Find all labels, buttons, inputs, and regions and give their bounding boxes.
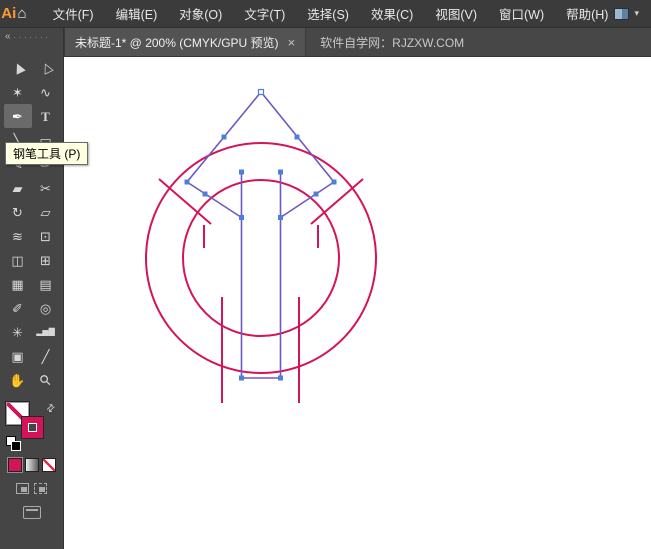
crimson-circles-group[interactable] xyxy=(145,142,377,374)
drawing-mode-buttons xyxy=(16,483,47,494)
menu-bar: Ai ⌂ 文件(F) 编辑(E) 对象(O) 文字(T) 选择(S) 效果(C)… xyxy=(0,0,651,28)
canvas[interactable] xyxy=(65,57,651,549)
rotate-tool[interactable]: ↻ xyxy=(4,200,32,224)
eraser-tool-icon: ▰ xyxy=(12,180,23,196)
selection-tool-icon: ▶ xyxy=(8,60,27,76)
type-tool-icon: T xyxy=(41,108,50,124)
lasso-tool-icon: ∿ xyxy=(40,84,51,100)
lasso-tool[interactable]: ∿ xyxy=(32,80,60,104)
panel-grip[interactable]: ······· xyxy=(13,33,50,43)
stroke-swatch-hole xyxy=(27,423,37,432)
direct-selection-tool-icon: ▷ xyxy=(36,60,55,76)
menu-window[interactable]: 窗口(W) xyxy=(493,0,550,27)
default-fill-stroke-icon[interactable] xyxy=(5,436,22,451)
width-tool[interactable]: ≋ xyxy=(4,224,32,248)
eyedropper-tool-icon: ✐ xyxy=(12,300,23,316)
menu-items: 文件(F) 编辑(E) 对象(O) 文字(T) 选择(S) 效果(C) 视图(V… xyxy=(47,0,615,27)
artboard-tool-icon: ▣ xyxy=(11,348,24,364)
fill-stroke-control: ⇄ xyxy=(4,402,60,451)
scissors-tool[interactable]: ✂ xyxy=(32,176,60,200)
pen-tool[interactable]: ✒ xyxy=(3,104,32,128)
magic-wand-tool[interactable]: ✶ xyxy=(4,80,32,104)
draw-behind-glyph xyxy=(39,487,45,492)
type-tool[interactable]: T xyxy=(32,104,60,128)
scale-tool-icon: ▱ xyxy=(40,204,51,220)
tabbar-right-text: 软件自学网：RJZXW.COM xyxy=(320,35,465,50)
magic-wand-tool-icon: ✶ xyxy=(12,84,23,100)
shape-builder-tool-icon: ◫ xyxy=(11,252,24,268)
selection-tool[interactable]: ▶ xyxy=(4,56,32,80)
shape-builder-tool[interactable]: ◫ xyxy=(4,248,32,272)
tools-panel: « ······· ▶ ▷ ✶ ∿ ✒ T ╲ ▭ ✎ ✏ ▰ ✂ ↻ ▱ ≋ … xyxy=(0,28,64,549)
gradient-button[interactable] xyxy=(24,458,39,472)
column-graph-tool-icon: ▂▅▇ xyxy=(36,327,55,336)
zoom-tool-icon: ⚲ xyxy=(36,370,55,390)
gradient-tool-icon: ▤ xyxy=(39,276,52,292)
menu-help[interactable]: 帮助(H) xyxy=(560,0,614,27)
slice-tool-icon: ╱ xyxy=(41,348,50,364)
default-stroke-mini xyxy=(10,441,21,451)
hand-tool-icon: ✋ xyxy=(9,372,26,388)
free-transform-tool[interactable]: ⊡ xyxy=(32,224,60,248)
tools-grid: ▶ ▷ ✶ ∿ ✒ T ╲ ▭ ✎ ✏ ▰ ✂ ↻ ▱ ≋ ⊡ ◫ ⊞ ▦ ▤ … xyxy=(3,56,60,392)
gradient-tool[interactable]: ▤ xyxy=(32,272,60,296)
stroke-swatch[interactable] xyxy=(20,416,44,439)
none-button[interactable] xyxy=(41,458,56,472)
pen-tool-icon: ✒ xyxy=(12,108,23,124)
swap-fill-stroke-icon[interactable]: ⇄ xyxy=(44,402,58,416)
workspace-icon xyxy=(614,7,630,20)
scissors-tool-icon: ✂ xyxy=(40,180,51,196)
perspective-grid-tool[interactable]: ⊞ xyxy=(32,248,60,272)
slice-tool[interactable]: ╱ xyxy=(32,344,60,368)
menu-select[interactable]: 选择(S) xyxy=(301,0,355,27)
eraser-tool[interactable]: ▰ xyxy=(4,176,32,200)
workspace-switcher[interactable]: ▾ xyxy=(614,7,639,20)
direct-selection-tool[interactable]: ▷ xyxy=(32,56,60,80)
draw-behind-button[interactable] xyxy=(34,483,47,494)
chevron-down-icon: ▾ xyxy=(634,8,639,18)
rotate-tool-icon: ↻ xyxy=(12,204,23,220)
home-icon[interactable]: ⌂ xyxy=(18,5,27,22)
pen-tool-tooltip: 钢笔工具 (P) xyxy=(5,142,89,165)
symbol-sprayer-tool-icon: ✳ xyxy=(12,324,23,340)
perspective-grid-tool-icon: ⊞ xyxy=(40,252,51,268)
document-tab-bar: 未标题-1* @ 200% (CMYK/GPU 预览) × 软件自学网：RJZX… xyxy=(64,28,651,57)
free-transform-tool-icon: ⊡ xyxy=(40,228,51,244)
mesh-tool-icon: ▦ xyxy=(11,276,24,292)
document-tab-title: 未标题-1* @ 200% (CMYK/GPU 预览) xyxy=(75,35,279,50)
collapse-panel-icon[interactable]: « xyxy=(5,31,11,42)
blend-tool-icon: ◎ xyxy=(39,300,52,316)
width-tool-icon: ≋ xyxy=(12,228,23,244)
zoom-tool[interactable]: ⚲ xyxy=(32,368,60,392)
color-mode-buttons xyxy=(6,457,56,473)
menu-file[interactable]: 文件(F) xyxy=(47,0,100,27)
column-graph-tool[interactable]: ▂▅▇ xyxy=(32,320,60,344)
mesh-tool[interactable]: ▦ xyxy=(4,272,32,296)
eyedropper-tool[interactable]: ✐ xyxy=(4,296,32,320)
blend-tool[interactable]: ◎ xyxy=(32,296,60,320)
menu-object[interactable]: 对象(O) xyxy=(173,0,228,27)
symbol-sprayer-tool[interactable]: ✳ xyxy=(4,320,32,344)
draw-normal-glyph xyxy=(21,487,27,492)
menu-edit[interactable]: 编辑(E) xyxy=(110,0,164,27)
draw-normal-button[interactable] xyxy=(16,483,29,494)
hand-tool[interactable]: ✋ xyxy=(4,368,32,392)
screen-mode-button[interactable] xyxy=(22,506,41,519)
menu-type[interactable]: 文字(T) xyxy=(238,0,291,27)
artboard-tool[interactable]: ▣ xyxy=(4,344,32,368)
tab-close-icon[interactable]: × xyxy=(288,36,296,49)
color-button[interactable] xyxy=(6,457,23,473)
scale-tool[interactable]: ▱ xyxy=(32,200,60,224)
menu-view[interactable]: 视图(V) xyxy=(429,0,483,27)
artwork-svg xyxy=(145,88,377,403)
screen-mode-glyph xyxy=(25,509,38,511)
app-logo-ai[interactable]: Ai xyxy=(0,5,18,22)
document-tab[interactable]: 未标题-1* @ 200% (CMYK/GPU 预览) × xyxy=(64,28,307,56)
menu-effect[interactable]: 效果(C) xyxy=(365,0,419,27)
